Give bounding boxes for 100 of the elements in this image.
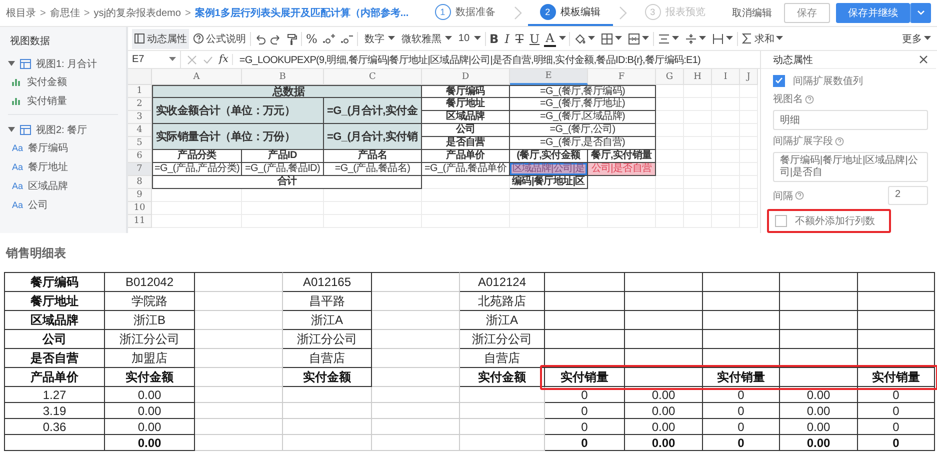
sheet-cell[interactable]: 产品分类 <box>152 150 242 163</box>
column-header[interactable]: C <box>324 69 422 85</box>
help-icon[interactable] <box>835 136 844 146</box>
empty-cell[interactable] <box>656 176 684 189</box>
sheet-cell[interactable]: =G_(餐厅,公司) <box>510 124 656 137</box>
caret-icon[interactable] <box>8 126 15 133</box>
sheet-cell[interactable]: 合计 <box>152 176 422 189</box>
column-header[interactable]: E <box>510 69 588 85</box>
sheet-cell[interactable]: 餐厅地址 <box>422 98 510 111</box>
row-header[interactable]: 8 <box>128 176 152 189</box>
row-header[interactable]: 10 <box>128 202 152 215</box>
field-item[interactable]: 公司 <box>28 198 48 212</box>
empty-cell[interactable] <box>740 85 758 98</box>
font-size-dropdown[interactable]: 10 <box>456 28 483 48</box>
column-header[interactable]: B <box>242 69 324 85</box>
sheet-cell[interactable]: =G_(产品,产品分类) <box>152 163 242 176</box>
row-header[interactable]: 9 <box>128 189 152 202</box>
column-header[interactable]: G <box>656 69 684 85</box>
cancel-icon[interactable] <box>187 54 197 64</box>
row-header[interactable]: 1 <box>128 85 152 98</box>
sheet-cell[interactable]: 公司 <box>422 124 510 137</box>
font-dropdown[interactable]: 微软雅黑 <box>399 28 454 48</box>
row-header[interactable]: 6 <box>128 150 152 163</box>
function-button[interactable]: fx <box>219 54 234 65</box>
sheet-cell[interactable]: 总数据 <box>152 85 422 98</box>
caret-icon[interactable] <box>559 36 566 41</box>
sheet-cell[interactable]: 产品ID <box>242 150 324 163</box>
field-item[interactable]: 实付销量 <box>27 94 67 108</box>
sheet-cell[interactable]: =G_(产品,餐品名) <box>324 163 422 176</box>
redo-icon[interactable] <box>270 32 282 44</box>
view-name[interactable]: 视图2: 餐厅 <box>36 122 88 136</box>
field-item[interactable]: 实付金额 <box>27 74 67 88</box>
empty-cell[interactable] <box>712 85 740 98</box>
sheet-cell[interactable]: =G_(月合计,实付金 <box>324 98 422 124</box>
checkbox[interactable] <box>775 215 787 227</box>
step-tab[interactable]: 2 模板编辑 <box>528 0 613 26</box>
column-header[interactable]: F <box>588 69 656 85</box>
percent-button[interactable]: % <box>304 28 320 48</box>
decimal-increase-icon[interactable] <box>322 32 336 44</box>
decimal-decrease-icon[interactable] <box>340 32 354 44</box>
confirm-icon[interactable] <box>203 54 213 64</box>
empty-cell[interactable] <box>422 189 510 202</box>
row-header[interactable]: 3 <box>128 111 152 124</box>
sheet-cell[interactable]: 编码|餐厅地址|区 <box>510 176 588 189</box>
row-header[interactable]: 7 <box>128 163 152 176</box>
save-button[interactable]: 保存 <box>784 3 830 23</box>
sheet-cell[interactable]: 餐厅编码 <box>422 85 510 98</box>
sheet-cell[interactable]: 餐厅,实付销量 <box>588 150 656 163</box>
sheet-cell[interactable]: =G_(餐厅,餐厅编码) <box>510 85 656 98</box>
field-item[interactable]: 区域品牌 <box>28 178 68 192</box>
undo-icon[interactable] <box>254 32 266 44</box>
sheet-cell[interactable]: =G_(月合计,实付销 <box>324 124 422 150</box>
help-icon[interactable] <box>805 94 814 104</box>
more-save-dropdown[interactable] <box>910 3 931 23</box>
breadcrumb-link[interactable]: 根目录 <box>6 6 36 20</box>
dynamic-properties-button[interactable]: 动态属性 <box>132 28 189 48</box>
sheet-cell[interactable]: 产品单价 <box>422 150 510 163</box>
sum-dropdown[interactable]: 求和 <box>740 28 786 48</box>
number-format-dropdown[interactable]: 数字 <box>360 28 398 48</box>
underline-button[interactable]: U <box>527 28 542 48</box>
sheet-cell[interactable]: 产品名 <box>324 150 422 163</box>
name-box[interactable]: E7 <box>128 51 181 68</box>
sheet-cell[interactable]: =G_(餐厅,餐厅地址) <box>510 98 656 111</box>
column-header[interactable]: H <box>684 69 712 85</box>
font-color-button[interactable]: A <box>544 30 556 46</box>
row-header[interactable]: 4 <box>128 124 152 137</box>
column-header[interactable]: A <box>152 69 242 85</box>
view-name[interactable]: 视图1: 月合计 <box>36 56 98 70</box>
select-all-corner[interactable] <box>128 69 152 85</box>
formula-help-button[interactable]: 公式说明 <box>191 28 248 48</box>
field-item[interactable]: 餐厅地址 <box>28 160 68 174</box>
column-header[interactable]: D <box>422 69 510 85</box>
row-header[interactable]: 5 <box>128 137 152 150</box>
row-header[interactable]: 2 <box>128 98 152 111</box>
caret-icon[interactable] <box>8 60 15 67</box>
empty-cell[interactable] <box>588 189 656 202</box>
column-header[interactable]: J <box>740 69 758 85</box>
breadcrumb-link[interactable]: ysj的复杂报表demo <box>94 6 181 20</box>
sheet-cell[interactable]: 实收金额合计（单位：万元） <box>152 98 324 124</box>
step-tab[interactable]: 1 数据准备 <box>422 0 508 26</box>
empty-cell[interactable] <box>684 85 712 98</box>
sheet-cell[interactable]: 是否自营 <box>422 137 510 150</box>
sheet-cell[interactable]: 区域品牌 <box>422 111 510 124</box>
sheet-cell[interactable]: =G_(产品,餐品单价 <box>422 163 510 176</box>
field-item[interactable]: 餐厅编码 <box>28 140 68 154</box>
column-header[interactable]: I <box>712 69 740 85</box>
input-field[interactable]: 明细 <box>773 110 928 130</box>
input-field[interactable]: 餐厅编码|餐厅地址|区域品牌|公司|是否自 <box>773 152 928 182</box>
formula-field[interactable]: =G_LOOKUPEXP(9,明细,餐厅编码|餐厅地址|区域品牌|公司|是否自营,明细,实付金额,餐品ID:B{r},餐厅编码:E1) <box>239 52 701 66</box>
help-icon[interactable] <box>795 191 804 200</box>
sheet-cell[interactable]: 实际销量合计（单位：万份） <box>152 124 324 150</box>
cancel-edit-button[interactable]: 取消编辑 <box>732 6 772 20</box>
breadcrumb-link[interactable]: 俞思佳 <box>50 6 80 20</box>
strikethrough-button[interactable]: T <box>513 28 526 48</box>
sheet-cell[interactable]: =G_(产品,餐品ID) <box>242 163 324 176</box>
sheet-cell[interactable]: =G_(餐厅,区域品牌) <box>510 111 656 124</box>
more-dropdown[interactable]: 更多 <box>900 28 933 48</box>
save-continue-button[interactable]: 保存并继续 <box>836 3 910 23</box>
italic-button[interactable]: I <box>502 28 512 48</box>
sheet-cell[interactable]: =G_(餐厅,是否自营) <box>510 137 656 150</box>
